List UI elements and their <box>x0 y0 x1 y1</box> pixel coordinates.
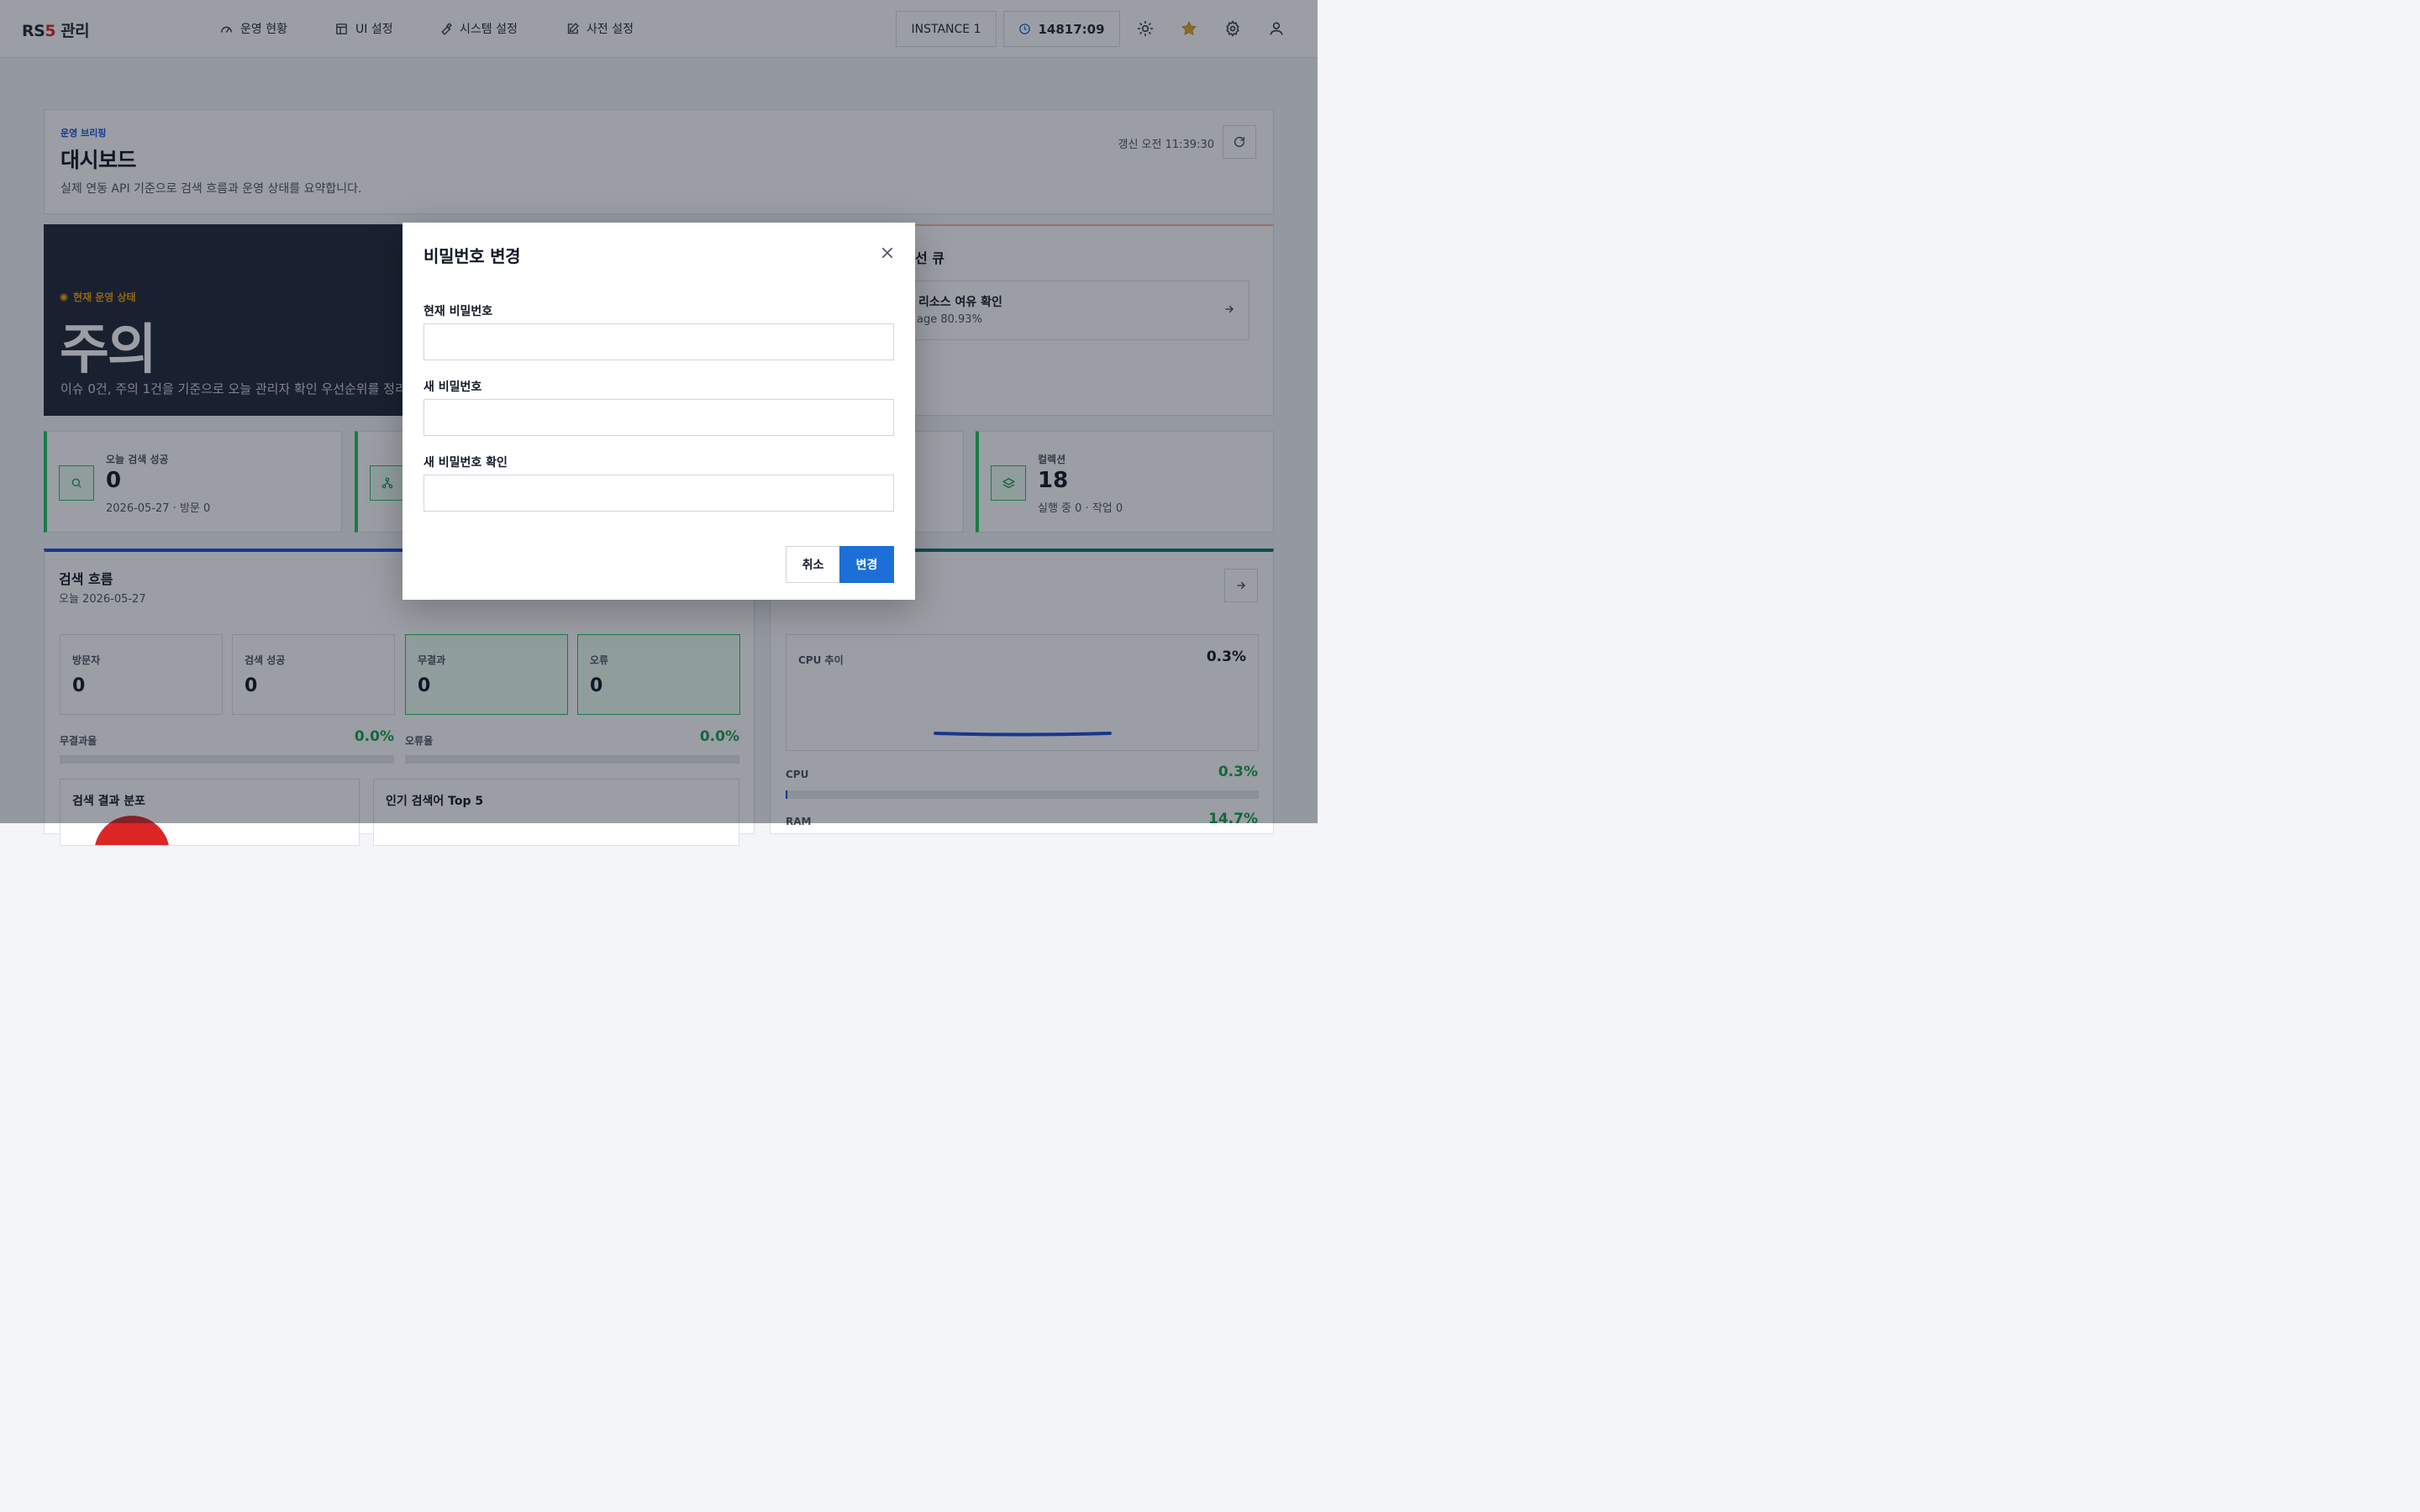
close-icon <box>881 247 893 259</box>
confirm-password-label: 새 비밀번호 확인 <box>424 456 508 470</box>
dialog-title: 비밀번호 변경 <box>424 246 521 266</box>
new-password-label: 새 비밀번호 <box>424 381 482 394</box>
cancel-button[interactable]: 취소 <box>786 546 840 583</box>
new-password-input[interactable] <box>424 399 894 436</box>
change-password-dialog: 비밀번호 변경 현재 비밀번호 새 비밀번호 새 비밀번호 확인 취소 변경 <box>402 223 915 600</box>
current-password-label: 현재 비밀번호 <box>424 305 493 318</box>
confirm-password-input[interactable] <box>424 475 894 512</box>
change-password-submit-button[interactable]: 변경 <box>839 546 894 583</box>
dialog-close-button[interactable] <box>878 244 897 262</box>
current-password-input[interactable] <box>424 323 894 360</box>
